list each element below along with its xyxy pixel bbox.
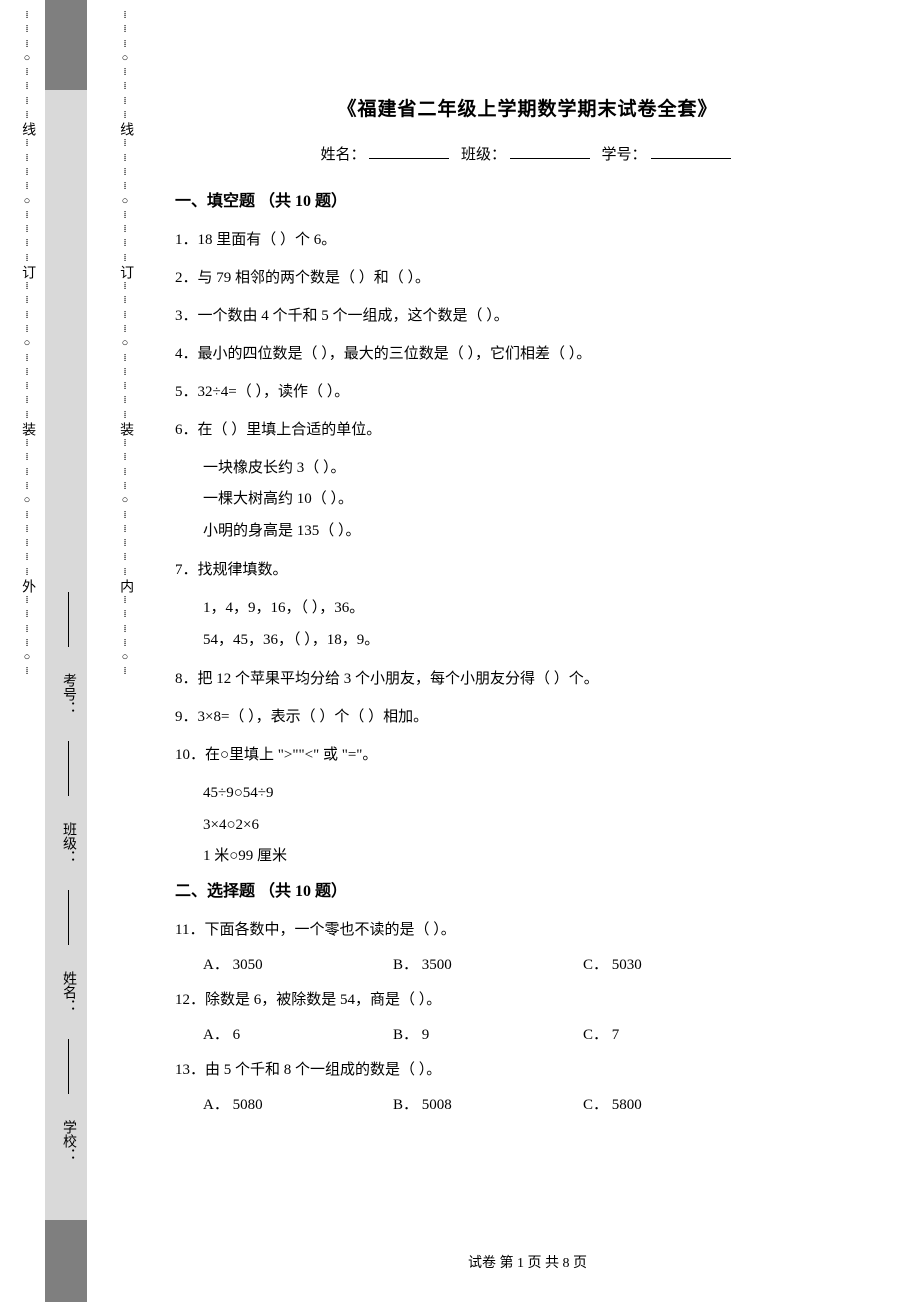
gutter-inner-column: ⁞⁞⁞○ ⁞⁞⁞⁞ 线 ⁞⁞⁞⁞○ ⁞⁞⁞⁞ 订 ⁞⁞⁞⁞○ ⁞⁞⁞⁞⁞ 装 ⁞… (118, 0, 132, 1302)
label-name-v: 姓名： (58, 971, 78, 1013)
q12-option-a[interactable]: A． 6 (203, 1023, 393, 1047)
page-footer: 试卷 第 1 页 共 8 页 (175, 1252, 880, 1272)
q13-option-c[interactable]: C． 5800 (583, 1093, 773, 1117)
section-1-header: 一、填空题 （共 10 题） (175, 189, 880, 215)
question-8: 8．把 12 个苹果平均分给 3 个小朋友，每个小朋友分得（ ）个。 (175, 664, 880, 694)
underline-class (68, 741, 69, 796)
question-11-stem: 11．下面各数中，一个零也不读的是（ ）。 (175, 915, 880, 945)
q13-option-a[interactable]: A． 5080 (203, 1093, 393, 1117)
label-class-v: 班级： (58, 822, 78, 864)
underline-examno (68, 592, 69, 647)
q11-option-c[interactable]: C． 5030 (583, 953, 773, 977)
question-12-options: A． 6 B． 9 C． 7 (203, 1023, 880, 1047)
question-1: 1．18 里面有（ ）个 6。 (175, 225, 880, 255)
question-7a: 1，4，9，16，（ ），36。 (203, 593, 880, 625)
section-2-header: 二、选择题 （共 10 题） (175, 879, 880, 905)
label-name: 姓名： (320, 147, 365, 163)
underline-name (68, 890, 69, 945)
question-11-options: A． 3050 B． 3500 C． 5030 (203, 953, 880, 977)
student-info-line: 姓名： 班级： 学号： (175, 143, 880, 167)
binder-char-bind-inner: 装 (116, 422, 134, 436)
blank-name[interactable] (369, 143, 449, 159)
question-13-options: A． 5080 B． 5008 C． 5800 (203, 1093, 880, 1117)
label-id: 学号： (602, 147, 647, 163)
blank-class[interactable] (510, 143, 590, 159)
question-12-stem: 12．除数是 6，被除数是 54，商是（ ）。 (175, 985, 880, 1015)
question-7-stem: 7．找规律填数。 (175, 555, 880, 585)
binder-char-line: 线 (18, 122, 36, 136)
q11-option-a[interactable]: A． 3050 (203, 953, 393, 977)
exam-title: 《福建省二年级上学期数学期末试卷全套》 (175, 95, 880, 125)
question-6-stem: 6．在（ ）里填上合适的单位。 (175, 415, 880, 445)
question-2: 2．与 79 相邻的两个数是（ ）和（ ）。 (175, 263, 880, 293)
label-school: 学校： (58, 1120, 78, 1162)
binding-gutter: ⁞⁞⁞○ ⁞⁞⁞⁞ 线 ⁞⁞⁞⁞○ ⁞⁞⁞⁞ 订 ⁞⁞⁞⁞○ ⁞⁞⁞⁞⁞ 装 ⁞… (0, 0, 150, 1302)
question-13-stem: 13．由 5 个千和 8 个一组成的数是（ ）。 (175, 1055, 880, 1085)
binder-char-bind: 装 (18, 422, 36, 436)
student-info-vertical: 学校： 姓名： 班级： 考号： (56, 0, 80, 1302)
q12-option-b[interactable]: B． 9 (393, 1023, 583, 1047)
label-examno: 考号： (58, 673, 78, 715)
question-6a: 一块橡皮长约 3（ ）。 (203, 453, 880, 485)
gutter-outer-char: 外 (18, 579, 36, 593)
blank-id[interactable] (651, 143, 731, 159)
binder-char-order: 订 (18, 265, 36, 279)
question-10a: 45÷9○54÷9 (203, 778, 880, 810)
question-10b: 3×4○2×6 (203, 810, 880, 842)
question-3: 3．一个数由 4 个千和 5 个一组成，这个数是（ ）。 (175, 301, 880, 331)
q11-option-b[interactable]: B． 3500 (393, 953, 583, 977)
binder-char-order-inner: 订 (116, 265, 134, 279)
underline-school (68, 1039, 69, 1094)
gutter-inner-char: 内 (116, 579, 134, 593)
question-5: 5．32÷4=（ ），读作（ ）。 (175, 377, 880, 407)
binder-char-line-inner: 线 (116, 122, 134, 136)
question-6b: 一棵大树高约 10（ ）。 (203, 484, 880, 516)
question-7b: 54，45，36，（ ），18，9。 (203, 625, 880, 657)
question-9: 9．3×8=（ ），表示（ ）个（ ）相加。 (175, 702, 880, 732)
label-class: 班级： (461, 147, 506, 163)
question-10-stem: 10．在○里填上 ">""<" 或 "="。 (175, 740, 880, 770)
question-4: 4．最小的四位数是（ ），最大的三位数是（ ），它们相差（ ）。 (175, 339, 880, 369)
gutter-outer-column: ⁞⁞⁞○ ⁞⁞⁞⁞ 线 ⁞⁞⁞⁞○ ⁞⁞⁞⁞ 订 ⁞⁞⁞⁞○ ⁞⁞⁞⁞⁞ 装 ⁞… (20, 0, 34, 1302)
q12-option-c[interactable]: C． 7 (583, 1023, 773, 1047)
exam-content: 《福建省二年级上学期数学期末试卷全套》 姓名： 班级： 学号： 一、填空题 （共… (175, 0, 880, 1123)
question-10c: 1 米○99 厘米 (203, 841, 880, 873)
question-6c: 小明的身高是 135（ ）。 (203, 516, 880, 548)
q13-option-b[interactable]: B． 5008 (393, 1093, 583, 1117)
